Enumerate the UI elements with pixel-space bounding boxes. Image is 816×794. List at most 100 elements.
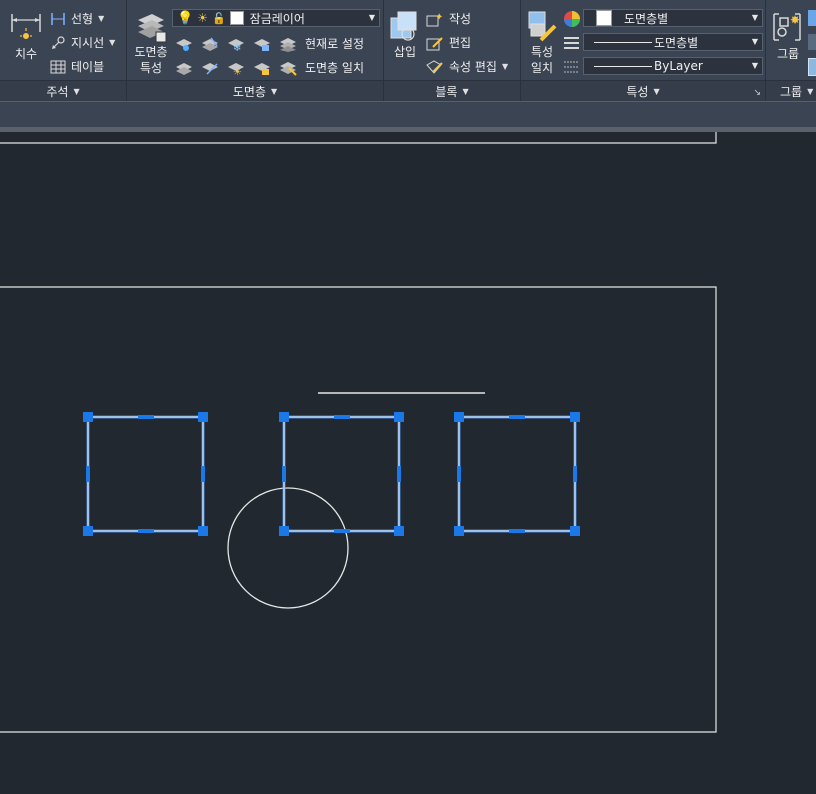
dimension-label: 치수 xyxy=(14,47,38,61)
grip-midpoint[interactable] xyxy=(86,466,90,482)
linetype-icon xyxy=(564,37,579,49)
edit-block-icon xyxy=(426,36,443,50)
match-properties-icon xyxy=(528,11,557,42)
annotation-panel-title[interactable]: 주석 ▼ xyxy=(0,80,126,101)
layer-properties-button[interactable]: 도면층 특성 xyxy=(129,8,173,78)
grip-midpoint[interactable] xyxy=(509,529,525,533)
grip-corner[interactable] xyxy=(198,526,208,536)
linetype-combo[interactable]: 도면층별 ▼ xyxy=(583,33,763,51)
linetype-preview-line xyxy=(594,41,652,43)
file-tab-strip xyxy=(0,101,816,128)
set-current-label[interactable]: 현재로 설정 xyxy=(305,35,364,52)
leader-button[interactable]: 지시선 ▼ xyxy=(50,34,115,51)
layer-thaw-icon[interactable]: ☀ xyxy=(227,60,245,76)
lineweight-combo-value: ByLayer xyxy=(654,59,703,73)
layer-combo-dropdown-icon: ▼ xyxy=(368,13,375,22)
match-layer-icon[interactable] xyxy=(279,60,297,76)
grip-midpoint[interactable] xyxy=(334,415,350,419)
layer-lock-icon[interactable] xyxy=(253,36,271,52)
grip-corner[interactable] xyxy=(454,412,464,422)
group-icon: ✸ xyxy=(773,13,801,41)
leader-label: 지시선 xyxy=(71,36,105,50)
edit-attributes-dropdown-icon[interactable]: ▼ xyxy=(502,62,508,71)
match-properties-label-2: 일치 xyxy=(530,61,554,75)
drawing-canvas[interactable] xyxy=(0,132,816,794)
grip-corner[interactable] xyxy=(394,526,404,536)
layer-properties-icon xyxy=(138,14,167,43)
set-current-layer-icon[interactable] xyxy=(279,36,297,52)
block-panel-title[interactable]: 블록 ▼ xyxy=(384,80,520,101)
linear-button[interactable]: 선형 ▼ xyxy=(50,10,104,27)
edit-block-button[interactable]: 편집 xyxy=(426,34,471,51)
selected-square-1[interactable] xyxy=(83,412,208,536)
grip-midpoint[interactable] xyxy=(138,415,154,419)
grip-midpoint[interactable] xyxy=(457,466,461,482)
edit-label: 편집 xyxy=(449,36,472,50)
match-layer-label[interactable]: 도면층 일치 xyxy=(305,59,364,76)
lineweight-combo[interactable]: ByLayer ▼ xyxy=(583,57,763,75)
group-edit-icon[interactable] xyxy=(808,34,816,50)
grip-midpoint[interactable] xyxy=(509,415,525,419)
annotation-title-text: 주석 xyxy=(46,84,69,99)
grip-midpoint[interactable] xyxy=(334,529,350,533)
grip-corner[interactable] xyxy=(454,526,464,536)
leader-dropdown-icon[interactable]: ▼ xyxy=(109,38,115,47)
frame-rectangle[interactable] xyxy=(0,286,717,733)
insert-block-icon xyxy=(390,11,417,41)
grip-midpoint[interactable] xyxy=(138,529,154,533)
insert-button[interactable]: 삽입 xyxy=(386,8,424,68)
grip-midpoint[interactable] xyxy=(397,466,401,482)
create-block-button[interactable]: ✦ 작성 xyxy=(426,10,471,27)
grip-corner[interactable] xyxy=(279,526,289,536)
layer-previous-icon[interactable] xyxy=(175,60,193,76)
upper-rectangle[interactable] xyxy=(0,132,717,144)
properties-dialog-launcher-icon[interactable]: ↘ xyxy=(753,88,761,98)
edit-attributes-label: 속성 편집 xyxy=(449,60,497,74)
layer-freeze-icon[interactable]: ❄ xyxy=(227,36,245,52)
table-button[interactable]: 테이블 xyxy=(50,58,104,75)
group-button[interactable]: ✸ 그룹 xyxy=(768,8,808,68)
properties-panel: 특성 일치 도면층별 ▼ 도면층별 ▼ ByLayer ▼ 특성 ▼ ↘ xyxy=(521,0,766,101)
lineweight-combo-dropdown-icon: ▼ xyxy=(751,61,758,70)
layer-combo-value: 잠금레이어 xyxy=(249,11,305,26)
layers-panel-title[interactable]: 도면층 ▼ xyxy=(127,80,383,101)
table-label: 테이블 xyxy=(71,60,105,74)
ungroup-icon[interactable] xyxy=(808,10,816,26)
grip-midpoint[interactable] xyxy=(282,466,286,482)
grip-corner[interactable] xyxy=(198,412,208,422)
lineweight-preview-line xyxy=(594,65,652,67)
layer-isolate-icon[interactable] xyxy=(175,36,193,52)
properties-title-text: 특성 xyxy=(626,84,649,99)
layer-walk-icon[interactable] xyxy=(201,60,219,76)
edit-attributes-button[interactable]: 속성 편집 ▼ xyxy=(426,58,508,75)
grip-corner[interactable] xyxy=(83,412,93,422)
match-properties-button[interactable]: 특성 일치 xyxy=(523,8,561,78)
grip-corner[interactable] xyxy=(570,526,580,536)
selected-square-3[interactable] xyxy=(454,412,580,536)
block-expand-icon: ▼ xyxy=(462,86,469,96)
groups-panel-title[interactable]: 그룹 ▼ xyxy=(766,80,816,101)
layer-unlock-icon[interactable] xyxy=(253,60,271,76)
layer-off-icon[interactable] xyxy=(201,36,219,52)
properties-panel-title[interactable]: 특성 ▼ xyxy=(521,80,765,101)
circle[interactable] xyxy=(227,487,349,609)
color-combo[interactable]: 도면층별 ▼ xyxy=(583,9,763,27)
color-combo-dropdown-icon: ▼ xyxy=(751,13,758,22)
groups-title-text: 그룹 xyxy=(780,84,803,99)
linetype-combo-value: 도면층별 xyxy=(654,35,699,50)
grip-corner[interactable] xyxy=(394,412,404,422)
dimension-button[interactable]: 치수 xyxy=(6,8,46,68)
layer-properties-label-2: 특성 xyxy=(139,61,163,75)
create-block-icon: ✦ xyxy=(426,12,443,26)
grip-corner[interactable] xyxy=(279,412,289,422)
grip-corner[interactable] xyxy=(570,412,580,422)
selected-square-2[interactable] xyxy=(279,412,404,536)
grip-midpoint[interactable] xyxy=(573,466,577,482)
grip-corner[interactable] xyxy=(83,526,93,536)
grip-midpoint[interactable] xyxy=(201,466,205,482)
annotation-expand-icon: ▼ xyxy=(73,86,80,96)
ribbon: 치수 선형 ▼ 지시선 ▼ 테이블 주석 ▼ 도면층 특성 💡 ☀ 🔓 잠금레이… xyxy=(0,0,816,101)
group-selection-icon[interactable] xyxy=(808,58,816,76)
layer-combo[interactable]: 💡 ☀ 🔓 잠금레이어 ▼ xyxy=(172,9,380,27)
linear-dropdown-icon[interactable]: ▼ xyxy=(98,14,104,23)
